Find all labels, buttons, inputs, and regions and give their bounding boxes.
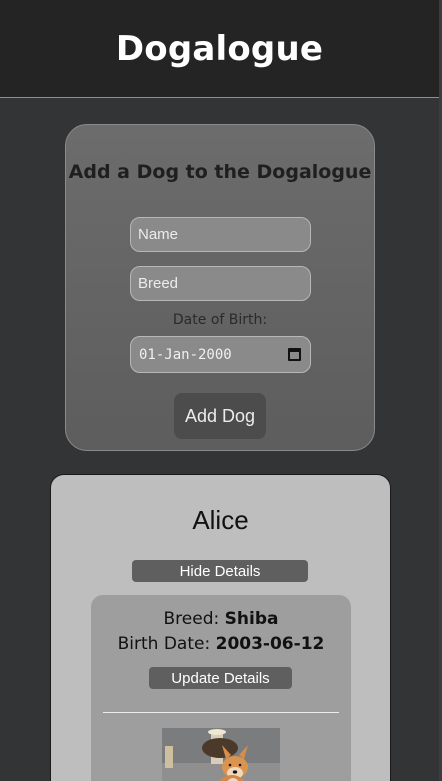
- date-of-birth-input[interactable]: 01-Jan-2000: [130, 336, 311, 373]
- birth-date-value: 2003-06-12: [215, 634, 325, 654]
- breed-label: Breed:: [163, 609, 225, 629]
- birth-date-label: Birth Date:: [117, 634, 216, 654]
- calendar-icon[interactable]: [288, 348, 301, 361]
- date-of-birth-label: Date of Birth:: [172, 312, 268, 328]
- form-title: Add a Dog to the Dogalogue: [68, 161, 372, 183]
- divider: [103, 712, 339, 713]
- add-dog-form: Add a Dog to the Dogalogue Date of Birth…: [65, 124, 375, 451]
- birth-date-line: Birth Date: 2003-06-12: [91, 634, 351, 654]
- details-panel: Breed: Shiba Birth Date: 2003-06-12 Upda…: [91, 595, 351, 781]
- dog-card: Alice Hide Details Breed: Shiba Birth Da…: [50, 474, 391, 781]
- hide-details-button[interactable]: Hide Details: [132, 560, 308, 582]
- breed-input[interactable]: [130, 266, 311, 301]
- dog-photo: [162, 728, 280, 781]
- breed-value: Shiba: [224, 609, 279, 629]
- date-value: 01-Jan-2000: [139, 346, 232, 363]
- add-dog-button[interactable]: Add Dog: [174, 393, 266, 439]
- name-input[interactable]: [130, 217, 311, 252]
- update-details-button[interactable]: Update Details: [149, 667, 292, 689]
- app-title: Dogalogue: [115, 28, 324, 69]
- dog-name: Alice: [192, 505, 249, 535]
- breed-line: Breed: Shiba: [91, 609, 351, 629]
- app-header: Dogalogue: [0, 0, 439, 98]
